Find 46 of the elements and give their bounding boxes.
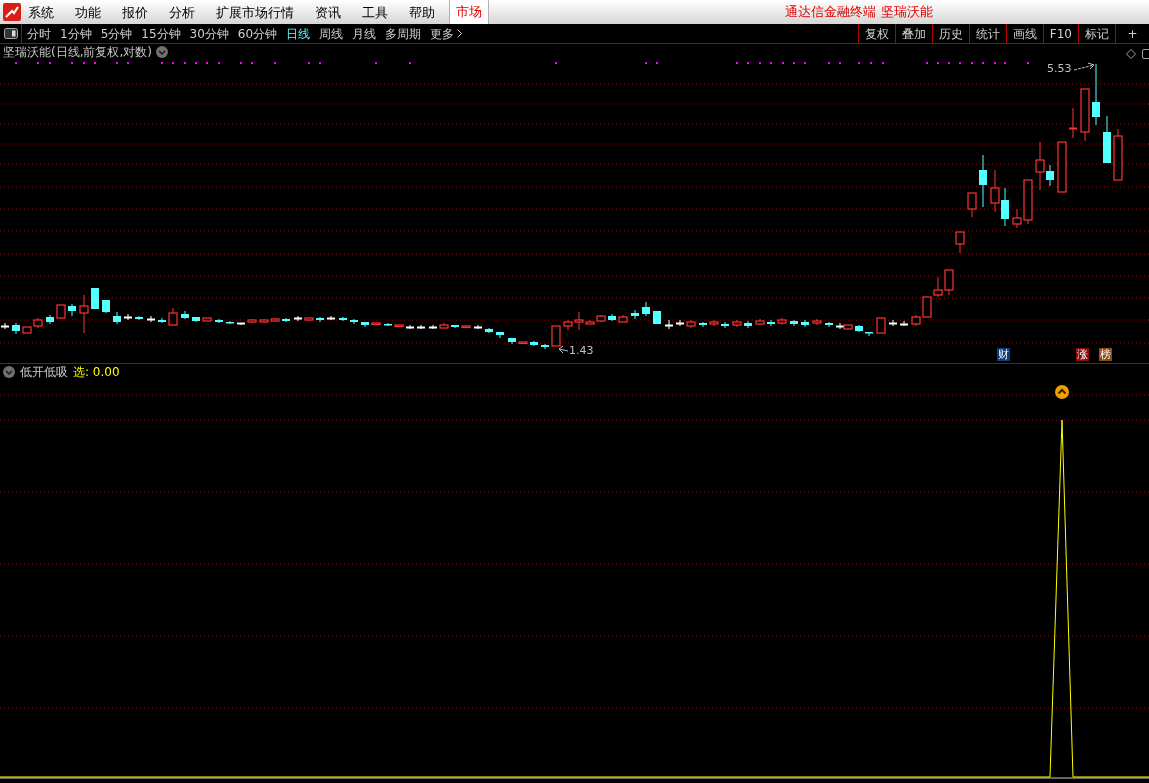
menu-item[interactable]: 资讯 <box>315 5 341 19</box>
leader-line <box>558 345 569 354</box>
indicator-reading: 选: 0.00 <box>73 366 120 378</box>
menu-item[interactable]: 报价 <box>122 5 148 19</box>
period-tab[interactable]: 更多 <box>430 27 463 40</box>
menu-item[interactable]: 分析 <box>169 5 195 19</box>
chevron-right-icon <box>457 29 463 38</box>
menu-item[interactable]: 扩展市场行情 <box>216 5 294 19</box>
period-tab[interactable]: 分时 <box>27 27 51 40</box>
period-tab[interactable]: 月线 <box>352 27 377 40</box>
app-logo-icon[interactable] <box>3 3 21 21</box>
period-tab[interactable]: 15分钟 <box>141 27 181 40</box>
period-tab[interactable]: 60分钟 <box>237 27 278 40</box>
market-tab[interactable]: 市场 <box>449 0 489 24</box>
event-badge[interactable]: 财 <box>997 348 1010 361</box>
period-tab[interactable]: 1分钟 <box>60 27 92 40</box>
dropdown-icon[interactable] <box>156 46 168 58</box>
menu-item[interactable]: 工具 <box>362 5 388 19</box>
tool-button[interactable]: 标记 <box>1078 24 1115 43</box>
chart-title: 坚瑞沃能(日线,前复权,对数) <box>3 46 152 58</box>
tool-button[interactable]: 历史 <box>931 24 969 43</box>
period-tab[interactable]: 日线 <box>286 27 311 40</box>
indicator-name: 低开低吸 <box>20 366 68 378</box>
period-tab[interactable]: 30分钟 <box>189 27 229 40</box>
leader-line <box>1073 62 1095 71</box>
tool-button[interactable]: 画线 <box>1005 24 1043 43</box>
period-tab[interactable]: 周线 <box>319 27 344 40</box>
menu-item[interactable]: 功能 <box>75 5 101 19</box>
panel-toggle-icon[interactable] <box>3 28 18 39</box>
dropdown-icon[interactable] <box>3 366 15 378</box>
period-tab[interactable]: 多周期 <box>385 27 422 40</box>
menu-item[interactable]: 帮助 <box>409 5 435 19</box>
event-badge[interactable]: 榜 <box>1099 348 1112 361</box>
event-badge[interactable]: 涨 <box>1076 348 1089 361</box>
tool-button[interactable]: F10 <box>1042 24 1078 43</box>
menu-item[interactable]: 系统 <box>28 5 54 19</box>
window-title: 通达信金融终端 坚瑞沃能 <box>785 3 933 22</box>
diamond-icon[interactable] <box>1126 49 1136 59</box>
tool-button[interactable]: 叠加 <box>894 24 932 43</box>
tool-button[interactable]: + <box>1115 24 1149 43</box>
low-price-label: 1.43 <box>569 345 594 356</box>
period-tab[interactable]: 5分钟 <box>100 27 133 40</box>
tool-button[interactable]: 复权 <box>857 24 895 43</box>
high-price-label: 5.53 <box>1047 63 1072 74</box>
signal-up-icon <box>1055 385 1069 399</box>
tool-button[interactable]: 统计 <box>968 24 1006 43</box>
